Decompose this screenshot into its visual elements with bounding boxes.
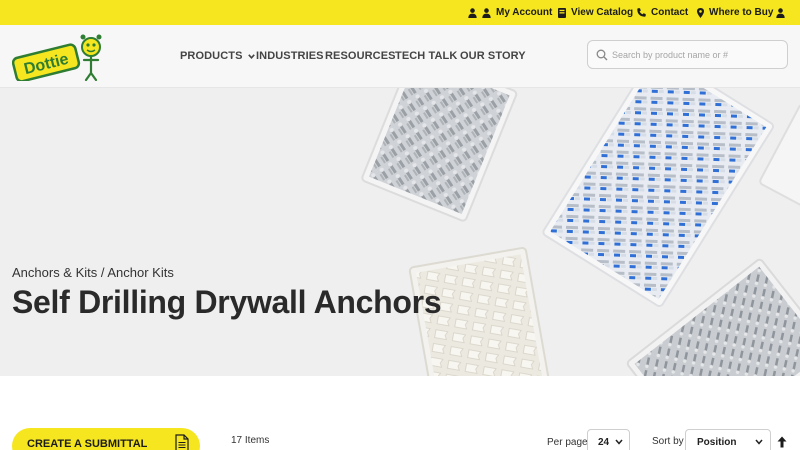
nav-our-story-label: OUR STORY: [460, 50, 526, 62]
search-input[interactable]: [612, 41, 782, 68]
top-utility-bar: My Account View Catalog Contact Where to…: [0, 0, 800, 25]
create-submittal-button[interactable]: CREATE A SUBMITTAL: [12, 428, 200, 450]
site-header: Dottie PRODUCTS INDUSTRIES RESOURCES TEC…: [0, 25, 800, 88]
breadcrumb[interactable]: Anchors & Kits / Anchor Kits: [12, 265, 174, 280]
contact-link[interactable]: Contact: [637, 0, 688, 25]
per-page-value: 24: [598, 437, 610, 448]
nav-resources[interactable]: RESOURCES: [325, 50, 396, 62]
per-page-label: Per page: [547, 437, 588, 448]
sort-by-select[interactable]: Position: [685, 429, 771, 450]
search-box: [587, 40, 788, 69]
contact-label: Contact: [651, 7, 689, 18]
nav-industries-label: INDUSTRIES: [256, 50, 324, 62]
chevron-down-icon: [755, 439, 763, 445]
where-to-buy-label: Where to Buy: [709, 7, 774, 18]
per-page-select[interactable]: 24: [587, 429, 630, 450]
create-submittal-label: CREATE A SUBMITTAL: [27, 438, 148, 450]
book-icon: [558, 7, 566, 18]
nav-tech-talk[interactable]: TECH TALK: [395, 50, 457, 62]
sort-direction-arrow-icon[interactable]: [777, 436, 787, 448]
items-count: 17 Items: [231, 435, 270, 446]
map-pin-icon: [697, 7, 704, 18]
user-icon: [468, 7, 477, 18]
page-title: Self Drilling Drywall Anchors: [12, 284, 442, 320]
my-account-link[interactable]: My Account: [468, 0, 552, 25]
nav-resources-label: RESOURCES: [325, 50, 396, 62]
sort-by-value: Position: [697, 437, 737, 448]
nav-our-story[interactable]: OUR STORY: [460, 50, 526, 62]
my-account-label: My Account: [496, 7, 553, 18]
anchor-kits-photo: [361, 88, 800, 376]
user-icon: [776, 7, 785, 18]
phone-icon: [637, 8, 646, 17]
nav-industries[interactable]: INDUSTRIES: [256, 50, 324, 62]
hero-banner: Anchors & Kits / Anchor Kits Self Drilli…: [0, 88, 800, 376]
view-catalog-link[interactable]: View Catalog: [558, 0, 633, 25]
nav-products[interactable]: PRODUCTS: [180, 50, 255, 62]
search-icon[interactable]: [596, 49, 608, 61]
chevron-down-icon: [247, 53, 255, 59]
view-catalog-label: View Catalog: [571, 7, 634, 18]
user-icon: [482, 7, 491, 18]
nav-products-label: PRODUCTS: [180, 50, 243, 62]
nav-tech-talk-label: TECH TALK: [395, 50, 458, 62]
sort-by-label: Sort by: [652, 436, 684, 447]
chevron-down-icon: [615, 439, 623, 445]
account-icon-button[interactable]: [776, 0, 785, 25]
dottie-logo[interactable]: Dottie: [11, 33, 108, 83]
where-to-buy-link[interactable]: Where to Buy: [697, 0, 773, 25]
document-icon: [175, 434, 189, 450]
